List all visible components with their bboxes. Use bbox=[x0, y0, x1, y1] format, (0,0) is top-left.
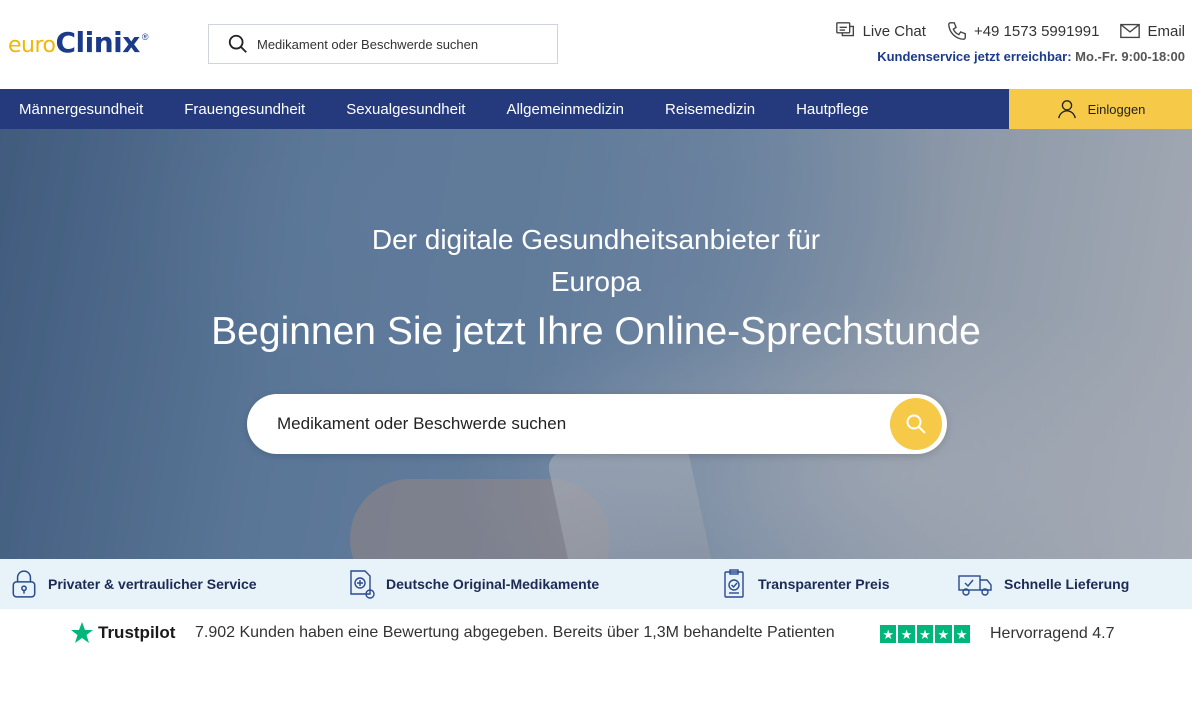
hero-search-button[interactable] bbox=[890, 398, 942, 450]
search-icon bbox=[906, 414, 926, 434]
usp-item-price: Transparenter Preis bbox=[720, 559, 890, 609]
nav-item-reisemedizin[interactable]: Reisemedizin bbox=[644, 89, 775, 129]
star-icon: ★ bbox=[880, 625, 897, 643]
header-search-box[interactable] bbox=[208, 24, 558, 64]
email-label: Email bbox=[1147, 22, 1185, 40]
delivery-truck-icon bbox=[958, 575, 992, 596]
hero-search-input[interactable] bbox=[277, 414, 867, 434]
search-icon bbox=[228, 34, 247, 53]
euroclinix-logo[interactable]: euro Clinix ® bbox=[8, 26, 148, 62]
service-hours: Kundenservice jetzt erreichbar: Mo.-Fr. … bbox=[877, 49, 1185, 64]
usp-label: Transparenter Preis bbox=[758, 576, 890, 592]
usp-bar: Privater & vertraulicher Service Deutsch… bbox=[0, 559, 1192, 609]
star-icon: ★ bbox=[935, 625, 952, 643]
logo-euro-text: euro bbox=[8, 33, 56, 58]
review-summary-text: 7.902 Kunden haben eine Bewertung abgege… bbox=[195, 624, 835, 641]
login-button[interactable]: Einloggen bbox=[1009, 89, 1192, 129]
hero-title-line-2: Europa bbox=[550, 266, 642, 297]
nav-item-maennergesundheit[interactable]: Männergesundheit bbox=[0, 89, 163, 129]
trustpilot-star-icon bbox=[71, 622, 93, 643]
logo-clinix-text: Clinix bbox=[55, 26, 141, 59]
usp-label: Deutsche Original-Medikamente bbox=[386, 576, 600, 592]
star-icon: ★ bbox=[953, 625, 970, 643]
login-label: Einloggen bbox=[1087, 101, 1146, 117]
logo-registered-mark: ® bbox=[141, 32, 149, 42]
nav-item-hautpflege[interactable]: Hautpflege bbox=[775, 89, 889, 129]
trustpilot-stars: ★ ★ ★ ★ ★ bbox=[880, 625, 970, 643]
trustpilot-brand: Trustpilot bbox=[98, 623, 176, 642]
chat-icon bbox=[835, 22, 854, 37]
service-hours-value: Mo.-Fr. 9:00-18:00 bbox=[1075, 49, 1185, 64]
phone-link[interactable]: +49 1573 5991991 bbox=[946, 20, 1100, 42]
header-search-input[interactable] bbox=[257, 36, 537, 52]
trustpilot-logo[interactable]: Trustpilot bbox=[70, 621, 175, 645]
star-icon: ★ bbox=[898, 625, 915, 643]
usp-label: Schnelle Lieferung bbox=[1004, 576, 1130, 592]
nav-item-frauengesundheit[interactable]: Frauengesundheit bbox=[163, 89, 325, 129]
envelope-icon bbox=[1120, 23, 1141, 39]
medicine-icon bbox=[350, 570, 375, 599]
user-icon bbox=[1057, 100, 1076, 119]
email-link[interactable]: Email bbox=[1119, 20, 1185, 42]
hero-title-line-1: Der digitale Gesundheitsanbieter für bbox=[371, 224, 821, 255]
trustpilot-bar: Trustpilot 7.902 Kunden haben eine Bewer… bbox=[0, 609, 1192, 659]
main-navigation: Männergesundheit Frauengesundheit Sexual… bbox=[0, 89, 1192, 129]
usp-item-medicine: Deutsche Original-Medikamente bbox=[348, 559, 599, 609]
star-icon: ★ bbox=[916, 625, 934, 643]
hero-banner: Der digitale Gesundheitsanbieter für Eur… bbox=[0, 129, 1192, 559]
hero-search-box[interactable] bbox=[247, 394, 947, 454]
usp-item-delivery: Schnelle Lieferung bbox=[956, 559, 1129, 609]
contact-links: Live Chat +49 1573 5991991 Email bbox=[835, 20, 1185, 42]
header: euro Clinix ® Live Chat +49 1573 5991991… bbox=[0, 0, 1192, 89]
price-check-icon bbox=[724, 569, 744, 598]
nav-item-allgemeinmedizin[interactable]: Allgemeinmedizin bbox=[485, 89, 644, 129]
live-chat-label: Live Chat bbox=[862, 22, 926, 40]
usp-item-private: Privater & vertraulicher Service bbox=[10, 559, 257, 609]
hero-subtitle: Beginnen Sie jetzt Ihre Online-Sprechstu… bbox=[211, 310, 981, 353]
nav-item-sexualgesundheit[interactable]: Sexualgesundheit bbox=[325, 89, 485, 129]
phone-number: +49 1573 5991991 bbox=[973, 22, 1100, 40]
hero-title: Der digitale Gesundheitsanbieter für Eur… bbox=[0, 219, 1192, 303]
trustpilot-rating: Hervorragend 4.7 bbox=[990, 625, 1115, 642]
service-label: Kundenservice jetzt erreichbar: bbox=[877, 49, 1072, 64]
live-chat-link[interactable]: Live Chat bbox=[835, 20, 926, 42]
phone-icon bbox=[947, 22, 966, 40]
lock-icon bbox=[12, 570, 36, 598]
usp-label: Privater & vertraulicher Service bbox=[48, 576, 257, 592]
